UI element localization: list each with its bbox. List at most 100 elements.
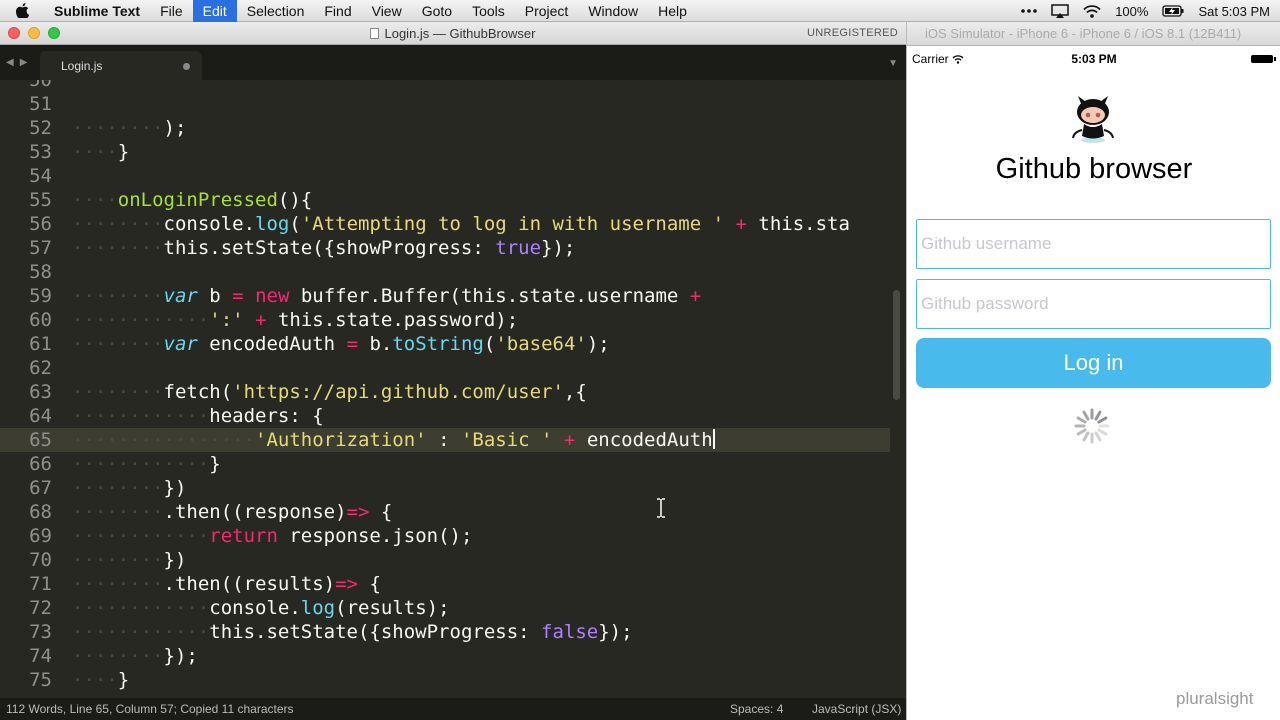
line-number: 68 [29, 501, 52, 523]
indent-guide: ················ [72, 429, 256, 451]
password-input[interactable] [916, 279, 1271, 329]
menu-find[interactable]: Find [314, 0, 361, 22]
code-token: toString [392, 333, 484, 355]
code-line[interactable]: ············this.setState({showProgress:… [72, 620, 633, 644]
code-line[interactable]: ············console.log(results); [72, 596, 450, 620]
menu-view[interactable]: View [362, 0, 412, 22]
code-line[interactable]: ············':' + this.state.password); [72, 308, 518, 332]
line-number: 61 [29, 333, 52, 355]
unsaved-indicator-icon[interactable] [183, 63, 190, 70]
code-token: { [358, 573, 381, 595]
code-line[interactable]: ········this.setState({showProgress: tru… [72, 236, 575, 260]
battery-charging-icon[interactable] [1162, 5, 1184, 17]
app-title: Github browser [995, 153, 1193, 185]
code-line[interactable]: ········.then((results)=> { [72, 572, 381, 596]
line-number: 59 [29, 285, 52, 307]
code-token: ); [586, 333, 610, 355]
code-line[interactable]: ········console.log('Attempting to log i… [72, 212, 850, 236]
code-line[interactable]: ········fetch('https://api.github.com/us… [72, 380, 587, 404]
menu-goto[interactable]: Goto [412, 0, 462, 22]
code-line[interactable]: ········); [72, 116, 186, 140]
indent-guide: ········ [72, 117, 164, 139]
code-line[interactable]: ········var b = new buffer.Buffer(this.s… [72, 284, 701, 308]
tab-login-js[interactable]: Login.js [40, 51, 202, 80]
menu-project[interactable]: Project [515, 0, 579, 22]
code-line[interactable]: ········}) [72, 476, 186, 500]
code-line[interactable]: ············headers: { [72, 404, 324, 428]
code-token: ':' [209, 309, 244, 331]
menu-clock[interactable]: Sat 5:03 PM [1198, 4, 1270, 19]
code-line[interactable]: ····} [72, 140, 129, 164]
ios-battery-icon [1251, 55, 1276, 63]
code-token: ,{ [563, 381, 587, 403]
menu-file[interactable]: File [150, 0, 193, 22]
code-token: + [735, 213, 747, 235]
code-token: + [689, 285, 702, 307]
code-token: this.setState({showProgress: [209, 621, 542, 643]
line-number: 51 [29, 93, 52, 115]
menu-tools[interactable]: Tools [462, 0, 515, 22]
code-line[interactable]: ············return response.json(); [72, 524, 472, 548]
indent-guide: ········ [72, 549, 164, 571]
sublime-titlebar: Login.js — GithubBrowser UNREGISTERED [0, 22, 906, 45]
code-line[interactable]: ················'Authorization' : 'Basic… [72, 428, 715, 452]
menu-selection[interactable]: Selection [237, 0, 315, 22]
wifi-icon[interactable] [1083, 4, 1101, 18]
code-line[interactable]: ········.then((response)=> { [72, 500, 392, 524]
code-line[interactable]: ····} [72, 668, 129, 692]
vertical-scrollbar[interactable] [893, 290, 900, 400]
battery-percent: 100% [1115, 3, 1149, 19]
code-line[interactable]: ········}) [72, 548, 186, 572]
code-token: }) [163, 549, 187, 571]
code-token: b [197, 285, 233, 307]
indent-guide: ············ [72, 405, 210, 427]
code-token: false [541, 621, 599, 643]
apple-menu-icon[interactable] [0, 3, 44, 18]
airplay-icon[interactable] [1051, 4, 1069, 18]
sublime-window: Login.js — GithubBrowser UNREGISTERED ◀▶… [0, 22, 906, 720]
code-token: new [255, 285, 290, 307]
code-line[interactable]: ········}); [72, 644, 198, 668]
menu-help[interactable]: Help [648, 0, 697, 22]
code-token: }); [163, 645, 198, 667]
code-token: : [426, 429, 461, 451]
code-token: = [232, 285, 244, 307]
code-token: console. [209, 597, 301, 619]
indent-guide: ········ [72, 213, 164, 235]
app-menu-sublime[interactable]: Sublime Text [44, 0, 150, 22]
line-number: 65 [29, 429, 52, 451]
indent-guide: ········ [72, 573, 164, 595]
code-token: 'Basic ' [460, 429, 553, 451]
line-number: 64 [29, 405, 52, 427]
username-input[interactable] [916, 219, 1271, 269]
code-token: onLoginPressed [117, 189, 278, 211]
menu-window[interactable]: Window [578, 0, 648, 22]
indent-guide: ············ [72, 621, 210, 643]
line-number: 53 [29, 141, 52, 163]
window-title-text: Login.js — GithubBrowser [384, 26, 536, 41]
tab-nav-arrows[interactable]: ◀▶ [6, 57, 33, 68]
code-token: var [163, 333, 198, 355]
code-token: encodedAuth [575, 429, 713, 451]
macos-menu-bar: Sublime Text File Edit Selection Find Vi… [0, 0, 1280, 22]
menu-edit[interactable]: Edit [192, 0, 237, 22]
activity-spinner-icon [1074, 408, 1110, 444]
code-editor[interactable]: 50 51 52 ········); 53 ····} 54 55 ····onLoginPr… [0, 80, 906, 708]
code-token: .then((response) [163, 501, 347, 523]
code-token: headers: { [209, 405, 324, 427]
code-line[interactable]: ········var encodedAuth = b.toString('ba… [72, 332, 610, 356]
line-number: 52 [29, 117, 52, 139]
more-icon[interactable] [1021, 9, 1038, 13]
syntax-selector[interactable]: JavaScript (JSX) [812, 698, 901, 720]
status-text: 112 Words, Line 65, Column 57; Copied 11… [6, 702, 294, 716]
code-line[interactable]: ············} [72, 452, 221, 476]
code-token: b. [358, 333, 393, 355]
login-button[interactable]: Log in [916, 338, 1271, 388]
indentation-selector[interactable]: Spaces: 4 [730, 698, 783, 720]
indent-guide: ········ [72, 501, 164, 523]
octocat-logo [1072, 96, 1114, 143]
code-token: }) [163, 477, 187, 499]
code-line[interactable]: ····onLoginPressed(){ [72, 188, 312, 212]
tab-dropdown-icon[interactable]: ▼ [888, 58, 898, 69]
